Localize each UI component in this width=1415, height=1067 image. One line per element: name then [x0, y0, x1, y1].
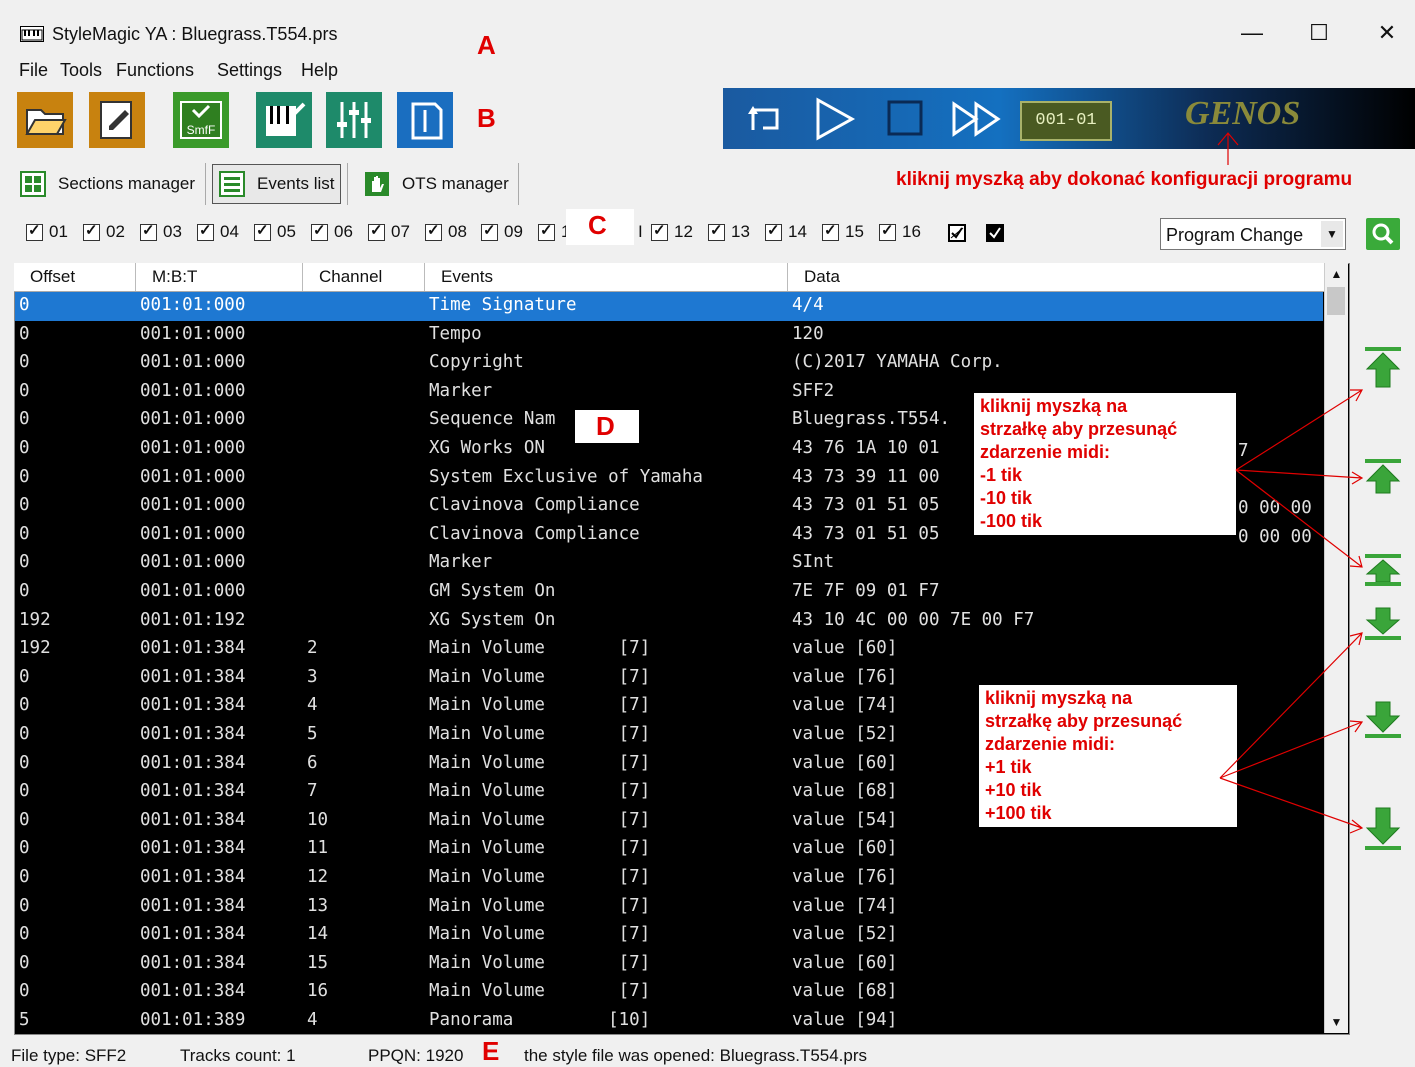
- status-ppqn: PPQN: 1920: [368, 1046, 464, 1065]
- status-message: the style file was opened: Bluegrass.T55…: [524, 1046, 868, 1065]
- annotation-arrows: [1217, 132, 1364, 834]
- status-file-type: File type: SFF2: [11, 1046, 127, 1065]
- status-tracks: Tracks count: 1: [180, 1046, 296, 1065]
